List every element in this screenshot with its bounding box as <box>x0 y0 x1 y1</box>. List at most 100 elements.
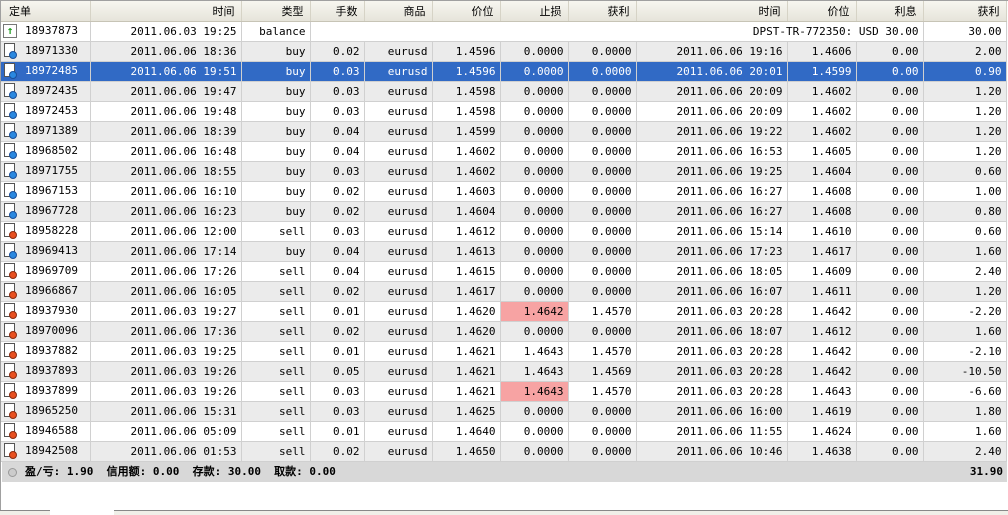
order-id: 18946588 <box>25 424 78 437</box>
table-row[interactable]: 18968502 2011.06.06 16:48 buy 0.04 eurusd 1.4… <box>1 141 1007 162</box>
sell-order-icon <box>3 323 17 339</box>
symbol-cell: eurusd <box>364 441 433 462</box>
order-cell: 18937893 <box>1 361 91 382</box>
column-header-open-time[interactable]: 时间 <box>90 1 242 22</box>
lots-cell: 0.04 <box>310 121 365 142</box>
close-time-cell: 2011.06.06 19:22 <box>636 121 788 142</box>
close-time-cell: 2011.06.06 16:07 <box>636 281 788 302</box>
column-header-open-price[interactable]: 价位 <box>432 1 501 22</box>
type-cell: sell <box>241 301 311 322</box>
swap-cell: 0.00 <box>856 81 924 102</box>
open-price-cell: 1.4615 <box>432 261 501 282</box>
open-time-cell: 2011.06.06 15:31 <box>90 401 242 422</box>
close-time-cell: 2011.06.06 16:53 <box>636 141 788 162</box>
open-time-cell: 2011.06.03 19:27 <box>90 301 242 322</box>
table-row[interactable]: 18972435 2011.06.06 19:47 buy 0.03 eurusd 1.4… <box>1 81 1007 102</box>
symbol-cell: eurusd <box>364 41 433 62</box>
swap-cell: 0.00 <box>856 41 924 62</box>
type-cell: sell <box>241 281 311 302</box>
column-header-swap[interactable]: 利息 <box>856 1 924 22</box>
lots-cell: 0.03 <box>310 401 365 422</box>
column-header-take-profit[interactable]: 获利 <box>568 1 637 22</box>
lots-cell: 0.03 <box>310 81 365 102</box>
table-row[interactable]: 18937882 2011.06.03 19:25 sell 0.01 eurusd 1.… <box>1 341 1007 362</box>
profit-cell: -6.60 <box>923 381 1007 402</box>
take-profit-cell: 0.0000 <box>568 401 637 422</box>
take-profit-cell: 0.0000 <box>568 321 637 342</box>
take-profit-cell: 0.0000 <box>568 441 637 462</box>
order-id: 18972453 <box>25 104 78 117</box>
order-cell: 18966867 <box>1 281 91 302</box>
take-profit-cell: 0.0000 <box>568 141 637 162</box>
profit-cell: 1.60 <box>923 321 1007 342</box>
table-row[interactable]: 18970096 2011.06.06 17:36 sell 0.02 eurusd 1.… <box>1 321 1007 342</box>
sell-order-icon <box>3 303 17 319</box>
open-time-cell: 2011.06.03 19:26 <box>90 361 242 382</box>
table-row[interactable]: 18937893 2011.06.03 19:26 sell 0.05 eurusd 1.… <box>1 361 1007 382</box>
table-row[interactable]: 18965250 2011.06.06 15:31 sell 0.03 eurusd 1.… <box>1 401 1007 422</box>
table-row[interactable]: 18972453 2011.06.06 19:48 buy 0.03 eurusd 1.4… <box>1 101 1007 122</box>
column-header-order[interactable]: 定单 <box>1 1 91 22</box>
table-row[interactable]: 18967728 2011.06.06 16:23 buy 0.02 eurusd 1.4… <box>1 201 1007 222</box>
balance-arrow-up-icon: ↑ <box>3 23 17 39</box>
swap-cell: 0.00 <box>856 161 924 182</box>
column-header-close-price[interactable]: 价位 <box>787 1 857 22</box>
column-header-symbol[interactable]: 商品 <box>364 1 433 22</box>
lots-cell: 0.01 <box>310 301 365 322</box>
swap-cell: 0.00 <box>856 321 924 342</box>
table-row[interactable]: 18958228 2011.06.06 12:00 sell 0.03 eurusd 1.… <box>1 221 1007 242</box>
lots-cell: 0.03 <box>310 161 365 182</box>
close-time-cell: 2011.06.06 11:55 <box>636 421 788 442</box>
order-cell: 18942508 <box>1 441 91 462</box>
table-row[interactable]: 18969413 2011.06.06 17:14 buy 0.04 eurusd 1.4… <box>1 241 1007 262</box>
order-id: 18968502 <box>25 144 78 157</box>
table-row[interactable]: 18937899 2011.06.03 19:26 sell 0.03 eurusd 1.… <box>1 381 1007 402</box>
open-price-cell: 1.4602 <box>432 141 501 162</box>
order-cell: 18969709 <box>1 261 91 282</box>
table-row[interactable]: 18971755 2011.06.06 18:55 buy 0.03 eurusd 1.4… <box>1 161 1007 182</box>
table-row[interactable]: 18969709 2011.06.06 17:26 sell 0.04 eurusd 1.… <box>1 261 1007 282</box>
symbol-cell: eurusd <box>364 281 433 302</box>
open-time-cell: 2011.06.06 18:55 <box>90 161 242 182</box>
take-profit-cell: 1.4570 <box>568 301 637 322</box>
table-row[interactable]: 18937930 2011.06.03 19:27 sell 0.01 eurusd 1.… <box>1 301 1007 322</box>
column-header-stop-loss[interactable]: 止损 <box>500 1 569 22</box>
sell-order-icon <box>3 223 17 239</box>
order-id: 18971389 <box>25 124 78 137</box>
column-header-lots[interactable]: 手数 <box>310 1 365 22</box>
column-header-close-time[interactable]: 时间 <box>636 1 788 22</box>
swap-cell: 0.00 <box>856 181 924 202</box>
table-row[interactable]: 18972485 2011.06.06 19:51 buy 0.03 eurusd 1.4… <box>1 61 1007 82</box>
take-profit-cell: 0.0000 <box>568 81 637 102</box>
type-cell: sell <box>241 361 311 382</box>
stop-loss-cell: 0.0000 <box>500 421 569 442</box>
type-cell: buy <box>241 141 311 162</box>
order-cell: 18971389 <box>1 121 91 142</box>
take-profit-cell: 1.4570 <box>568 381 637 402</box>
close-time-cell: 2011.06.06 19:16 <box>636 41 788 62</box>
active-tab[interactable] <box>50 509 114 515</box>
sell-order-icon <box>3 363 17 379</box>
open-time-cell: 2011.06.06 19:47 <box>90 81 242 102</box>
order-id: 18972485 <box>25 64 78 77</box>
table-row[interactable]: 18971330 2011.06.06 18:36 buy 0.02 eurusd 1.4… <box>1 41 1007 62</box>
type-cell: buy <box>241 201 311 222</box>
balance-row[interactable]: ↑ 18937873 2011.06.03 19:25 balance DPST-… <box>1 21 1007 42</box>
profit-cell: 1.60 <box>923 241 1007 262</box>
symbol-cell: eurusd <box>364 401 433 422</box>
take-profit-cell: 0.0000 <box>568 281 637 302</box>
symbol-cell: eurusd <box>364 261 433 282</box>
open-time-cell: 2011.06.03 19:26 <box>90 381 242 402</box>
table-row[interactable]: 18967153 2011.06.06 16:10 buy 0.02 eurusd 1.4… <box>1 181 1007 202</box>
table-row[interactable]: 18942508 2011.06.06 01:53 sell 0.02 eurusd 1.… <box>1 441 1007 462</box>
close-time-cell: 2011.06.06 16:27 <box>636 181 788 202</box>
table-row[interactable]: 18946588 2011.06.06 05:09 sell 0.01 eurusd 1.… <box>1 421 1007 442</box>
column-header-profit[interactable]: 获利 <box>923 1 1007 22</box>
table-row[interactable]: 18971389 2011.06.06 18:39 buy 0.04 eurusd 1.4… <box>1 121 1007 142</box>
table-row[interactable]: 18966867 2011.06.06 16:05 sell 0.02 eurusd 1.… <box>1 281 1007 302</box>
order-cell: 18958228 <box>1 221 91 242</box>
sell-order-icon <box>3 343 17 359</box>
open-time-cell: 2011.06.06 12:00 <box>90 221 242 242</box>
summary-total: 31.90 <box>969 465 1003 478</box>
column-header-type[interactable]: 类型 <box>241 1 311 22</box>
